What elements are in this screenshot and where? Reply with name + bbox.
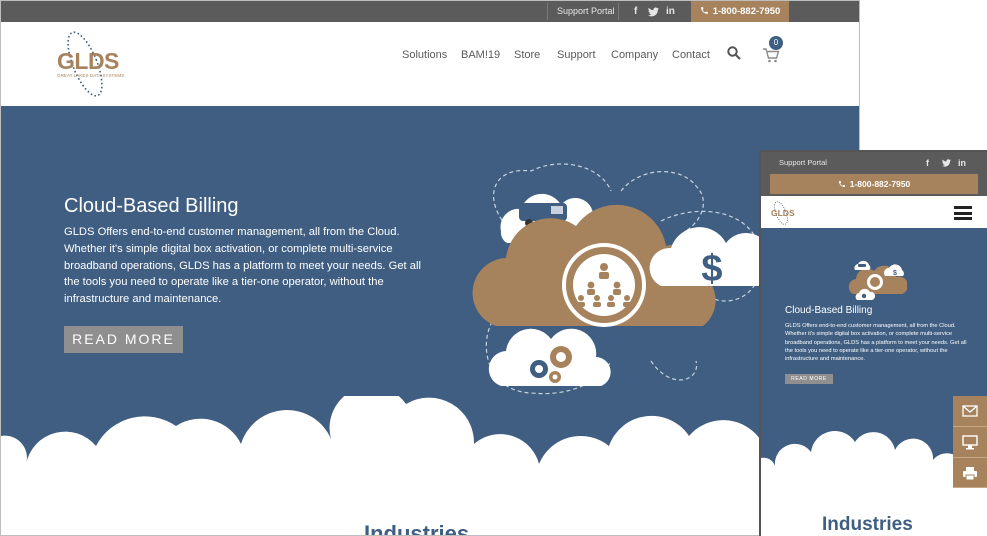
mobile-hero-description: GLDS Offers end-to-end customer manageme… (785, 323, 967, 363)
nav-bam19[interactable]: BAM!19 (461, 49, 500, 61)
support-portal-link[interactable]: Support Portal (557, 1, 615, 22)
facebook-icon[interactable]: f (926, 152, 929, 174)
top-bar: Support Portal f in 1-800-882-7950 (1, 1, 859, 22)
desktop-preview: Support Portal f in 1-800-882-7950 GLDS … (0, 0, 860, 536)
logo-wordmark: GLDS (57, 48, 119, 74)
monitor-icon (962, 435, 978, 450)
mobile-hero-section: $ Cloud-Based Billing GLDS Offers end-to… (761, 228, 987, 536)
phone-icon (700, 7, 708, 14)
nav-store[interactable]: Store (514, 49, 540, 61)
print-button[interactable] (953, 458, 987, 488)
mobile-phone-number: 1-800-882-7950 (849, 179, 911, 189)
mobile-cloud-illustration: $ (848, 260, 907, 300)
nav-solutions[interactable]: Solutions (402, 49, 447, 61)
phone-icon (838, 181, 845, 187)
cloud-divider (1, 396, 859, 535)
twitter-icon[interactable] (942, 152, 951, 175)
linkedin-icon[interactable]: in (666, 1, 675, 22)
divider (618, 3, 619, 20)
nav-contact[interactable]: Contact (672, 49, 710, 61)
divider (547, 3, 548, 20)
email-button[interactable] (953, 396, 987, 427)
demo-button[interactable] (953, 427, 987, 458)
nav-company[interactable]: Company (611, 49, 658, 61)
glds-logo[interactable]: GLDS GREAT LAKES DATA SYSTEMS (55, 28, 125, 100)
hero-description: GLDS Offers end-to-end customer manageme… (64, 226, 421, 306)
mobile-support-portal-link[interactable]: Support Portal (779, 152, 827, 174)
hero-section: Cloud-Based Billing GLDS Offers end-to-e… (1, 106, 859, 535)
logo-tagline: GREAT LAKES DATA SYSTEMS (57, 73, 125, 78)
search-icon[interactable] (727, 46, 741, 60)
industries-heading: Industries (364, 521, 470, 536)
svg-text:$: $ (893, 270, 897, 277)
printer-icon (963, 467, 977, 481)
phone-button[interactable]: 1-800-882-7950 (691, 1, 789, 22)
nav-support[interactable]: Support (557, 49, 596, 61)
mobile-header: GLDS (761, 196, 987, 228)
site-header: GLDS GREAT LAKES DATA SYSTEMS Solutions … (1, 22, 859, 106)
mobile-glds-logo[interactable]: GLDS (769, 200, 795, 226)
linkedin-icon[interactable]: in (958, 152, 966, 174)
phone-number: 1-800-882-7950 (712, 6, 781, 17)
mobile-industries-heading: Industries (822, 514, 913, 535)
read-more-button[interactable]: READ MORE (64, 326, 183, 353)
cart-count-badge: 0 (769, 36, 783, 50)
hero-title: Cloud-Based Billing (64, 195, 239, 217)
mobile-logo-wordmark: GLDS (771, 208, 795, 218)
envelope-icon (962, 405, 978, 417)
mobile-hero-title: Cloud-Based Billing (785, 305, 873, 316)
cloud-billing-illustration: $ (472, 163, 771, 395)
hamburger-menu-icon[interactable] (954, 206, 972, 220)
mobile-phone-bar: 1-800-882-7950 (761, 174, 987, 196)
mobile-top-bar: Support Portal f in (761, 152, 987, 174)
mobile-phone-button[interactable]: 1-800-882-7950 (770, 174, 978, 194)
mobile-read-more-button[interactable]: READ MORE (785, 374, 833, 384)
twitter-icon[interactable] (648, 1, 659, 22)
facebook-icon[interactable]: f (634, 1, 637, 22)
svg-text:$: $ (701, 248, 722, 290)
